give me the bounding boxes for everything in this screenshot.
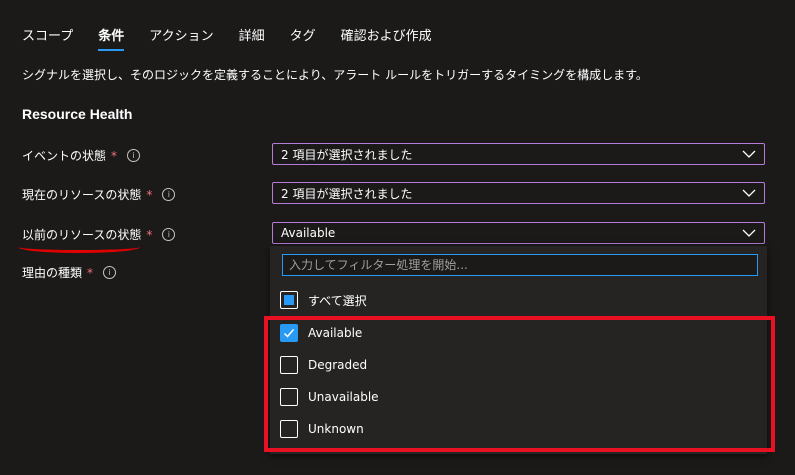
event-status-label-text: イベントの状態 bbox=[22, 149, 107, 163]
option-checkbox[interactable] bbox=[280, 388, 298, 406]
section-title: Resource Health bbox=[22, 106, 133, 122]
required-mark: * bbox=[87, 265, 94, 280]
option-label: Available bbox=[308, 326, 363, 340]
previous-resource-status-value: Available bbox=[281, 226, 336, 240]
reason-type-label: 理由の種類 * i bbox=[22, 264, 117, 281]
chevron-down-icon bbox=[742, 229, 756, 237]
option-checkbox[interactable] bbox=[280, 356, 298, 374]
option-degraded[interactable]: Degraded bbox=[280, 353, 367, 377]
current-resource-status-value: 2 項目が選択されました bbox=[281, 186, 413, 201]
tab-scope[interactable]: スコープ bbox=[22, 0, 73, 45]
tab-actions[interactable]: アクション bbox=[149, 0, 213, 45]
info-icon[interactable]: i bbox=[162, 188, 176, 201]
required-mark: * bbox=[146, 227, 153, 242]
filter-input[interactable] bbox=[282, 254, 758, 276]
option-unavailable[interactable]: Unavailable bbox=[280, 385, 379, 409]
previous-resource-status-label: 以前のリソースの状態 * i bbox=[22, 226, 176, 243]
option-label: Unavailable bbox=[308, 390, 379, 404]
info-icon[interactable]: i bbox=[127, 149, 141, 162]
option-unknown[interactable]: Unknown bbox=[280, 417, 364, 441]
required-mark: * bbox=[146, 187, 153, 202]
option-checkbox-checked[interactable] bbox=[280, 324, 298, 342]
current-resource-status-label: 現在のリソースの状態 * i bbox=[22, 186, 176, 203]
current-resource-status-label-text: 現在のリソースの状態 bbox=[22, 188, 142, 202]
select-all-label: すべて選択 bbox=[308, 293, 367, 308]
chevron-down-icon bbox=[742, 150, 756, 158]
required-mark: * bbox=[111, 148, 118, 163]
checkmark-icon bbox=[283, 329, 295, 338]
tab-bar: スコープ 条件 アクション 詳細 タグ 確認および作成 bbox=[22, 0, 457, 52]
option-label: Degraded bbox=[308, 358, 368, 372]
select-all-option[interactable]: すべて選択 bbox=[280, 288, 367, 312]
tab-details[interactable]: 詳細 bbox=[239, 0, 265, 45]
reason-type-label-text: 理由の種類 bbox=[22, 266, 83, 280]
option-checkbox[interactable] bbox=[280, 420, 298, 438]
info-icon[interactable]: i bbox=[103, 266, 117, 279]
event-status-value: 2 項目が選択されました bbox=[281, 147, 413, 162]
previous-resource-status-label-text: 以前のリソースの状態 bbox=[22, 228, 142, 242]
alert-rule-conditions-page: スコープ 条件 アクション 詳細 タグ 確認および作成 シグナルを選択し、そのロ… bbox=[0, 0, 795, 475]
current-resource-status-dropdown[interactable]: 2 項目が選択されました bbox=[272, 182, 765, 204]
tab-review-create[interactable]: 確認および作成 bbox=[341, 0, 432, 45]
event-status-label: イベントの状態 * i bbox=[22, 147, 141, 164]
select-all-checkbox[interactable] bbox=[280, 291, 298, 309]
previous-resource-status-dropdown[interactable]: Available bbox=[272, 222, 765, 244]
info-icon[interactable]: i bbox=[162, 228, 176, 241]
red-underline-annotation bbox=[18, 246, 140, 253]
previous-resource-status-options-panel: すべて選択 Available Degraded Unavailable Unk… bbox=[270, 246, 767, 454]
event-status-dropdown[interactable]: 2 項目が選択されました bbox=[272, 143, 765, 165]
tab-tags[interactable]: タグ bbox=[290, 0, 316, 45]
chevron-down-icon bbox=[742, 189, 756, 197]
page-description: シグナルを選択し、そのロジックを定義することにより、アラート ルールをトリガーす… bbox=[22, 68, 648, 82]
tab-condition[interactable]: 条件 bbox=[98, 0, 125, 51]
option-available[interactable]: Available bbox=[280, 321, 362, 345]
option-label: Unknown bbox=[308, 422, 364, 436]
